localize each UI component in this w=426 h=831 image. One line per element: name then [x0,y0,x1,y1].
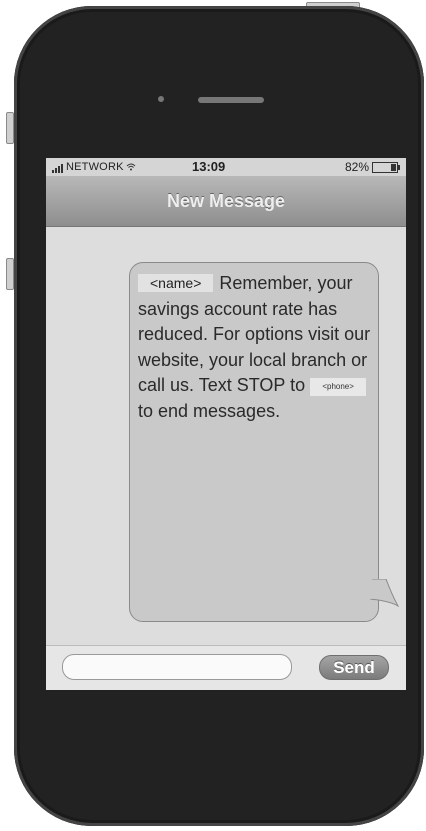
stop-prefix: Text STOP to [198,375,306,395]
status-right: 82% [344,160,400,174]
camera-icon [158,96,164,102]
battery-icon [372,162,400,174]
message-line1: Remember, [219,273,313,293]
status-left: NETWORK [52,161,136,173]
battery-percent: 82% [344,160,369,174]
nav-bar: New Message [46,176,406,227]
volume-down-button[interactable] [6,258,14,290]
status-bar: NETWORK 13:09 82% [46,158,406,176]
page-title: New Message [166,191,286,211]
signal-bars-icon [52,161,64,173]
phone-placeholder: <phone> [310,378,367,396]
message-thread[interactable]: <name> Remember, your savings account rat… [46,227,406,645]
stop-suffix: to end messages. [138,400,281,421]
send-button[interactable]: Send [319,655,389,680]
name-placeholder: <name> [138,274,214,292]
phone-screen: NETWORK 13:09 82% New Message <name> Reme… [46,158,406,690]
status-time: 13:09 [192,159,226,174]
composer-bar: Send [46,645,406,690]
bubble-tail [370,579,400,607]
speaker-icon [198,97,264,103]
message-input[interactable] [62,654,292,680]
message-text: <name> Remember, your savings account rat… [138,271,374,424]
volume-up-button[interactable] [6,112,14,144]
carrier-label: NETWORK [66,161,124,173]
wifi-icon [126,163,135,171]
